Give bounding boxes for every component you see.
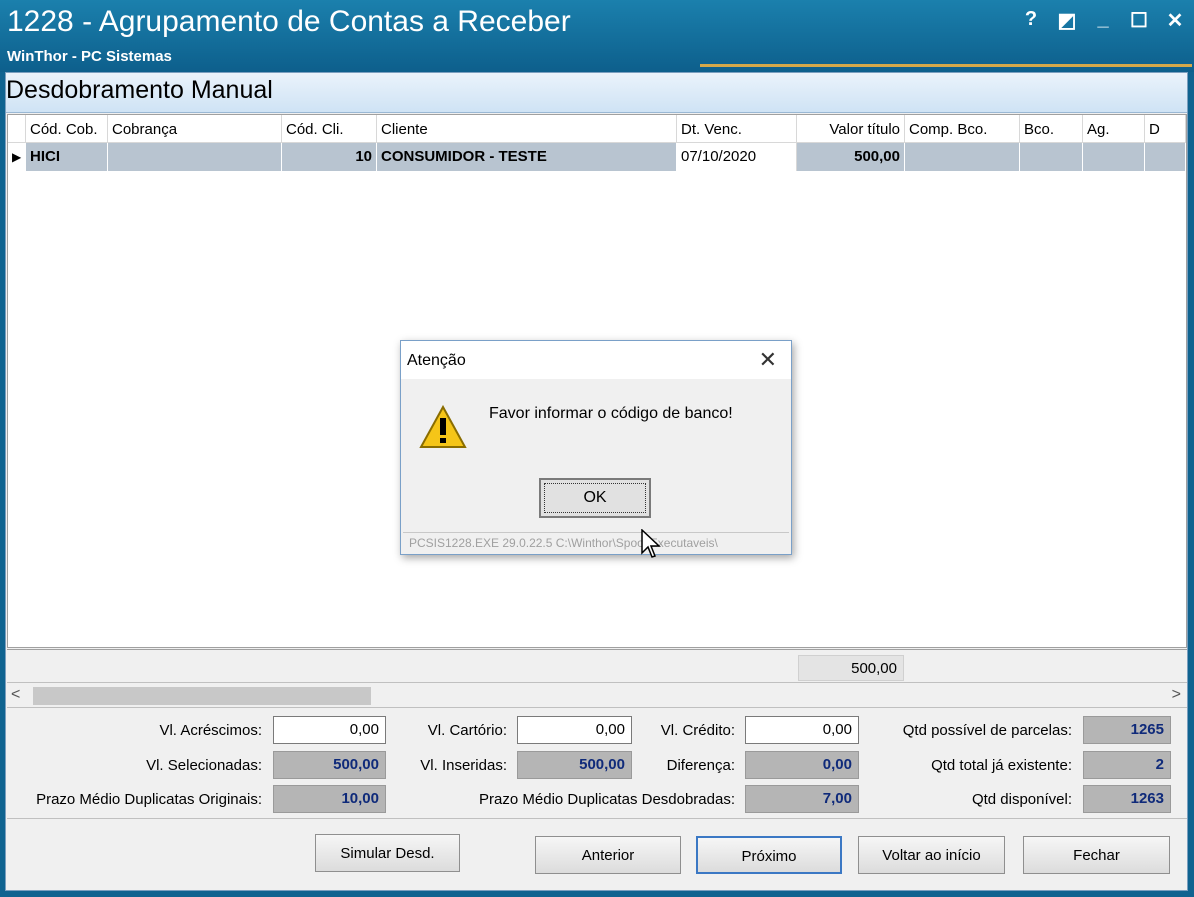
prazo-orig-label: Prazo Médio Duplicatas Originais: [36, 791, 262, 808]
summary-panel: Vl. Acréscimos: 0,00 Vl. Cartório: 0,00 … [7, 709, 1187, 819]
window-subtitle: WinThor - PC Sistemas [7, 48, 172, 65]
ok-button[interactable]: OK [539, 478, 651, 518]
prazo-orig-field: 10,00 [273, 785, 386, 813]
close-icon[interactable]: ✕ [1164, 8, 1186, 33]
proximo-button[interactable]: Próximo [696, 836, 842, 874]
accent-line [700, 64, 1192, 67]
vl-acrescimos-label: Vl. Acréscimos: [159, 722, 262, 739]
vl-selecionadas-label: Vl. Selecionadas: [146, 757, 262, 774]
voltar-inicio-button[interactable]: Voltar ao início [858, 836, 1005, 874]
qtd-possivel-label: Qtd possível de parcelas: [902, 722, 1072, 739]
warning-icon [419, 405, 467, 448]
cell-cliente[interactable]: CONSUMIDOR - TESTE [377, 143, 677, 171]
grid-footer: 500,00 [7, 649, 1187, 683]
cell-cod-cli[interactable]: 10 [282, 143, 377, 171]
restore-layout-icon[interactable]: ◩ [1056, 8, 1078, 33]
row-indicator-icon: ▶ [8, 143, 26, 171]
qtd-total-field: 2 [1083, 751, 1171, 779]
cell-ag[interactable] [1083, 143, 1145, 171]
col-header-cobranca[interactable]: Cobrança [108, 115, 282, 143]
cell-bco[interactable] [1020, 143, 1083, 171]
simular-button[interactable]: Simular Desd. [315, 834, 460, 872]
dialog-status: PCSIS1228.EXE 29.0.22.5 C:\Winthor\Spool… [403, 532, 789, 552]
col-header-comp-bco[interactable]: Comp. Bco. [905, 115, 1020, 143]
vl-inseridas-label: Vl. Inseridas: [420, 757, 507, 774]
qtd-total-label: Qtd total já existente: [931, 757, 1072, 774]
attention-dialog: Atenção ✕ Favor informar o código de ban… [400, 340, 792, 555]
col-header-d[interactable]: D [1145, 115, 1186, 143]
maximize-icon[interactable]: ☐ [1128, 8, 1150, 33]
diferenca-label: Diferença: [666, 757, 735, 774]
col-header-bco[interactable]: Bco. [1020, 115, 1083, 143]
qtd-disp-label: Qtd disponível: [971, 791, 1072, 808]
dialog-close-icon[interactable]: ✕ [759, 347, 777, 373]
col-header-valor-titulo[interactable]: Valor título [797, 115, 905, 143]
help-icon[interactable]: ? [1020, 8, 1042, 33]
cell-cod-cob[interactable]: HICI [26, 143, 108, 171]
horizontal-scrollbar[interactable]: < > [7, 682, 1187, 708]
vl-inseridas-field: 500,00 [517, 751, 632, 779]
diferenca-field: 0,00 [745, 751, 859, 779]
col-header-cod-cli[interactable]: Cód. Cli. [282, 115, 377, 143]
cell-valor-titulo[interactable]: 500,00 [797, 143, 905, 171]
window-title: 1228 - Agrupamento de Contas a Receber [7, 5, 571, 38]
anterior-button[interactable]: Anterior [535, 836, 681, 874]
minimize-icon[interactable]: _ [1092, 8, 1114, 33]
fechar-button[interactable]: Fechar [1023, 836, 1170, 874]
col-header-ag[interactable]: Ag. [1083, 115, 1145, 143]
vl-cartorio-label: Vl. Cartório: [427, 722, 507, 739]
ok-button-label: OK [544, 483, 646, 513]
prazo-desd-field: 7,00 [745, 785, 859, 813]
scroll-thumb[interactable] [33, 687, 371, 705]
col-header-cod-cob[interactable]: Cód. Cob. [26, 115, 108, 143]
app-window: 1228 - Agrupamento de Contas a Receber W… [0, 0, 1194, 897]
vl-selecionadas-field: 500,00 [273, 751, 386, 779]
dialog-message: Favor informar o código de banco! [489, 405, 733, 422]
mouse-cursor-icon [641, 529, 661, 558]
dialog-title: Atenção [407, 352, 466, 369]
scroll-right-icon[interactable]: > [1172, 686, 1181, 704]
vl-credito-field[interactable]: 0,00 [745, 716, 859, 744]
cell-dt-venc[interactable]: 07/10/2020 [677, 143, 797, 171]
prazo-desd-label: Prazo Médio Duplicatas Desdobradas: [479, 791, 735, 808]
button-bar: Simular Desd. Anterior Próximo Voltar ao… [7, 821, 1187, 891]
vl-cartorio-field[interactable]: 0,00 [517, 716, 632, 744]
vl-credito-label: Vl. Crédito: [660, 722, 735, 739]
cell-cobranca[interactable] [108, 143, 282, 171]
scroll-left-icon[interactable]: < [11, 686, 20, 704]
cell-d[interactable] [1145, 143, 1186, 171]
page-header: Desdobramento Manual [6, 73, 1187, 113]
qtd-disp-field: 1263 [1083, 785, 1171, 813]
window-controls: ? ◩ _ ☐ ✕ [1020, 8, 1186, 33]
page-title: Desdobramento Manual [6, 76, 273, 104]
col-header-cliente[interactable]: Cliente [377, 115, 677, 143]
grid-indicator-header [8, 115, 26, 143]
dialog-title-bar[interactable]: Atenção ✕ [401, 341, 791, 379]
footer-total-valor: 500,00 [798, 655, 904, 681]
title-bar[interactable]: 1228 - Agrupamento de Contas a Receber W… [0, 0, 1194, 72]
col-header-dt-venc[interactable]: Dt. Venc. [677, 115, 797, 143]
qtd-possivel-field: 1265 [1083, 716, 1171, 744]
vl-acrescimos-field[interactable]: 0,00 [273, 716, 386, 744]
cell-comp-bco[interactable] [905, 143, 1020, 171]
